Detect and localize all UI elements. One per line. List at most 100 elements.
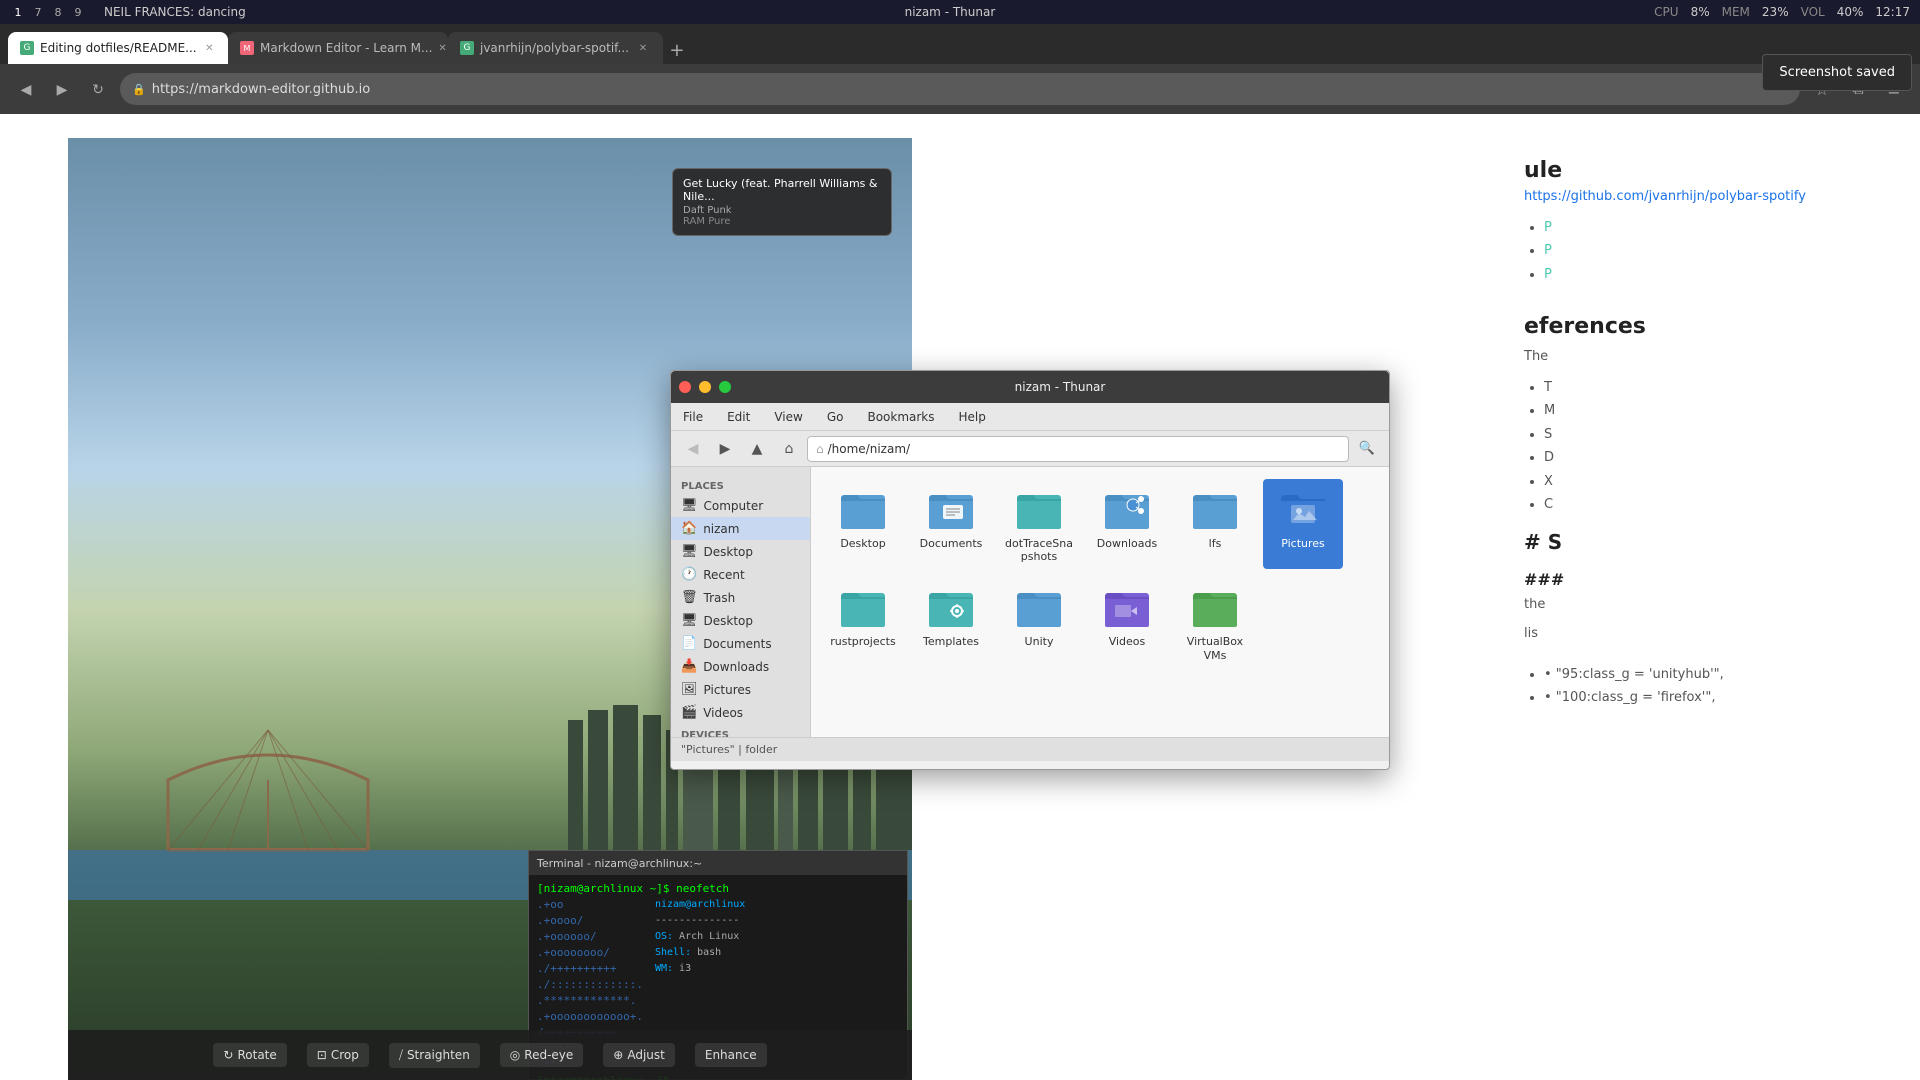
menu-help[interactable]: Help	[955, 408, 990, 426]
redeye-icon: ◎	[510, 1048, 520, 1062]
menu-file[interactable]: File	[679, 408, 707, 426]
workspace-1[interactable]: 1	[10, 4, 26, 20]
menu-view[interactable]: View	[770, 408, 806, 426]
lfs-label: lfs	[1209, 537, 1222, 550]
file-pictures[interactable]: Pictures	[1263, 479, 1343, 569]
ref-c: C	[1544, 493, 1896, 516]
adjust-label: Adjust	[627, 1048, 665, 1062]
thunar-forward-button[interactable]: ▶	[711, 435, 739, 463]
browser-tab-3[interactable]: G jvanrhijn/polybar-spotif... ✕	[448, 32, 663, 64]
thunar-toolbar: ◀ ▶ ▲ ⌂ ⌂ /home/nizam/ 🔍	[671, 431, 1389, 467]
new-tab-button[interactable]: +	[663, 36, 691, 64]
sidebar-item-desktop[interactable]: 🖥 Desktop	[671, 540, 810, 563]
tab-close-2[interactable]: ✕	[438, 40, 446, 56]
menu-go[interactable]: Go	[823, 408, 848, 426]
dottrace-folder-icon	[1015, 485, 1063, 533]
forward-button[interactable]: ▶	[48, 75, 76, 103]
sidebar-item-trash[interactable]: 🗑 Trash	[671, 586, 810, 609]
music-notification: Get Lucky (feat. Pharrell Williams & Nil…	[672, 168, 892, 236]
file-downloads[interactable]: Downloads	[1087, 479, 1167, 569]
dottrace-label: dotTraceSnapshots	[1003, 537, 1075, 563]
thunar-minimize-button[interactable]	[699, 381, 711, 393]
sidebar-desktop2-label: Desktop	[704, 614, 754, 628]
sidebar-item-recent[interactable]: 🕐 Recent	[671, 563, 810, 586]
tab-favicon-3: G	[460, 41, 474, 55]
file-documents[interactable]: Documents	[911, 479, 991, 569]
sidebar-documents-label: Documents	[703, 637, 771, 651]
menu-bookmarks[interactable]: Bookmarks	[863, 408, 938, 426]
rotate-label: Rotate	[237, 1048, 276, 1062]
address-box[interactable]: 🔒 https://markdown-editor.github.io	[120, 73, 1800, 105]
photo-toolbar: ↻ Rotate ⊡ Crop ⧸ Straighten ◎ Red-eye ⊕	[68, 1030, 912, 1080]
terminal-title: Terminal - nizam@archlinux:~	[537, 857, 702, 870]
videos-icon: 🎬	[681, 705, 697, 720]
crop-label: Crop	[331, 1048, 359, 1062]
sidebar-item-videos[interactable]: 🎬 Videos	[671, 701, 810, 724]
thunar-path-bar[interactable]: ⌂ /home/nizam/	[807, 436, 1349, 462]
sidebar-trash-label: Trash	[704, 591, 736, 605]
rotate-tool[interactable]: ↻ Rotate	[213, 1043, 286, 1067]
sidebar-recent-label: Recent	[703, 568, 744, 582]
back-button[interactable]: ◀	[12, 75, 40, 103]
thunar-close-button[interactable]	[679, 381, 691, 393]
ref-item-1: P	[1544, 216, 1896, 239]
thunar-home-button[interactable]: ⌂	[775, 435, 803, 463]
class-item-firefox: • "100:class_g = 'firefox'",	[1544, 686, 1896, 709]
templates-label: Templates	[923, 635, 979, 648]
file-dottracesnapshots[interactable]: dotTraceSnapshots	[999, 479, 1079, 569]
spacer3	[1524, 560, 1896, 570]
sidebar-item-computer[interactable]: 🖥 Computer	[671, 494, 810, 517]
browser-tab-2[interactable]: M Markdown Editor - Learn M... ✕	[228, 32, 448, 64]
file-unity[interactable]: Unity	[999, 577, 1079, 667]
documents-icon: 📄	[681, 636, 697, 651]
home-icon: 🏠	[681, 521, 697, 536]
file-templates[interactable]: Templates	[911, 577, 991, 667]
tab-bar: G Editing dotfiles/README... ✕ M Markdow…	[0, 24, 1920, 64]
file-desktop[interactable]: Desktop	[823, 479, 903, 569]
github-link[interactable]: https://github.com/jvanrhijn/polybar-spo…	[1524, 189, 1806, 204]
sidebar-nizam-label: nizam	[703, 522, 739, 536]
recent-icon: 🕐	[681, 567, 697, 582]
mem-label: MEM	[1722, 5, 1750, 19]
sidebar-item-desktop2[interactable]: 🖥 Desktop	[671, 609, 810, 632]
file-videos[interactable]: Videos	[1087, 577, 1167, 667]
menu-edit[interactable]: Edit	[723, 408, 754, 426]
file-lfs[interactable]: lfs	[1175, 479, 1255, 569]
right-panel: ule https://github.com/jvanrhijn/polybar…	[1500, 138, 1920, 1080]
sidebar-item-downloads[interactable]: 📥 Downloads	[671, 655, 810, 678]
browser-tab-1[interactable]: G Editing dotfiles/README... ✕	[8, 32, 228, 64]
heading-module: ule	[1524, 158, 1562, 183]
adjust-tool[interactable]: ⊕ Adjust	[603, 1043, 675, 1067]
enhance-tool[interactable]: Enhance	[695, 1043, 767, 1067]
crop-tool[interactable]: ⊡ Crop	[307, 1043, 369, 1067]
reload-button[interactable]: ↻	[84, 75, 112, 103]
address-bar-row: ◀ ▶ ↻ 🔒 https://markdown-editor.github.i…	[0, 64, 1920, 114]
thunar-up-button[interactable]: ▲	[743, 435, 771, 463]
thunar-maximize-button[interactable]	[719, 381, 731, 393]
sidebar-item-documents[interactable]: 📄 Documents	[671, 632, 810, 655]
tab-close-3[interactable]: ✕	[635, 40, 651, 56]
sidebar-item-pictures[interactable]: 🖼 Pictures	[671, 678, 810, 701]
workspace-9[interactable]: 9	[70, 4, 86, 20]
file-virtualboxvms[interactable]: VirtualBox VMs	[1175, 577, 1255, 667]
thunar-back-button[interactable]: ◀	[679, 435, 707, 463]
workspace-8[interactable]: 8	[50, 4, 66, 20]
lis-text: lis	[1524, 624, 1896, 645]
file-rustprojects[interactable]: rustprojects	[823, 577, 903, 667]
sidebar-item-nizam[interactable]: 🏠 nizam	[671, 517, 810, 540]
browser-chrome: G Editing dotfiles/README... ✕ M Markdow…	[0, 24, 1920, 114]
workspaces: 1 7 8 9	[10, 4, 86, 20]
vol-value: 40%	[1837, 5, 1864, 19]
downloads-label: Downloads	[1097, 537, 1157, 550]
ref-item-3: P	[1544, 263, 1896, 286]
pictures-icon: 🖼	[681, 682, 698, 697]
redeye-tool[interactable]: ◎ Red-eye	[500, 1043, 583, 1067]
tab-favicon-1: G	[20, 41, 34, 55]
workspace-7[interactable]: 7	[30, 4, 46, 20]
tab-favicon-2: M	[240, 41, 254, 55]
straighten-tool[interactable]: ⧸ Straighten	[389, 1043, 480, 1068]
redeye-label: Red-eye	[524, 1048, 573, 1062]
tab-close-1[interactable]: ✕	[203, 40, 216, 56]
thunar-search-button[interactable]: 🔍	[1353, 435, 1381, 463]
heading-sub: ###	[1524, 570, 1896, 589]
